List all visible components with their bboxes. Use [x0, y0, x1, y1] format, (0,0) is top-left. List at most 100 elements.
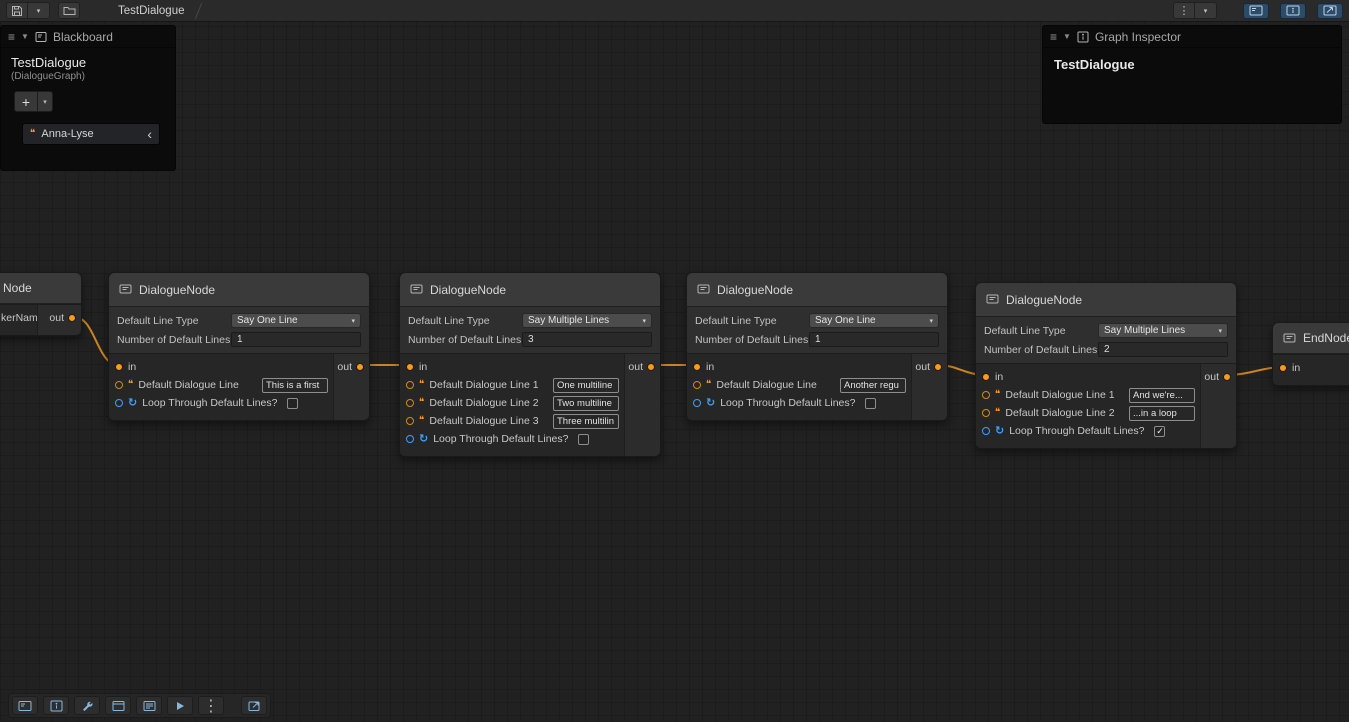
- line-port[interactable]: [115, 381, 123, 389]
- options-menu-button[interactable]: ⋮: [1173, 2, 1195, 19]
- speaker-name-port-label: kerName: [1, 312, 37, 324]
- loop-port[interactable]: [406, 435, 414, 443]
- line-type-dropdown[interactable]: Say Multiple Lines ▾: [1098, 323, 1228, 338]
- dialogue-node-icon: [697, 283, 710, 296]
- line-value-field[interactable]: And we're...: [1129, 388, 1195, 403]
- in-port-label: in: [706, 361, 714, 373]
- hamburger-icon[interactable]: ≡: [1050, 30, 1057, 44]
- out-port[interactable]: [1223, 373, 1231, 381]
- line-value: Another regu: [844, 380, 899, 391]
- line-value-field[interactable]: ...in a loop: [1129, 406, 1195, 421]
- line-label: Default Dialogue Line 3: [429, 415, 538, 427]
- in-port[interactable]: [982, 373, 990, 381]
- line-port[interactable]: [693, 381, 701, 389]
- show-in-project-button[interactable]: [58, 2, 80, 19]
- bottom-popout-button[interactable]: [241, 696, 267, 715]
- line-value: And we're...: [1133, 390, 1183, 401]
- bottom-settings-button[interactable]: [74, 696, 100, 715]
- loop-checkbox[interactable]: [578, 434, 589, 445]
- line-value-field[interactable]: Another regu: [840, 378, 906, 393]
- dialogue-node-4[interactable]: DialogueNode Default Line Type Say Multi…: [975, 282, 1237, 449]
- graph-inspector-panel[interactable]: ≡ ▼ Graph Inspector TestDialogue: [1042, 25, 1342, 124]
- options-dropdown-button[interactable]: ▾: [1195, 2, 1217, 19]
- loop-port[interactable]: [982, 427, 990, 435]
- line-value-field[interactable]: This is a first: [262, 378, 328, 393]
- loop-label: Loop Through Default Lines?: [433, 433, 568, 445]
- dialogue-node-2[interactable]: DialogueNode Default Line Type Say Multi…: [399, 272, 661, 457]
- blackboard-panel[interactable]: ≡ ▼ Blackboard TestDialogue (DialogueGra…: [0, 25, 176, 171]
- bottom-blackboard-button[interactable]: [12, 696, 38, 715]
- graph-inspector-header[interactable]: ≡ ▼ Graph Inspector: [1043, 26, 1341, 48]
- line-port[interactable]: [982, 391, 990, 399]
- start-node[interactable]: Node kerName out: [0, 272, 82, 336]
- out-port[interactable]: [68, 314, 76, 322]
- line-port[interactable]: [406, 381, 414, 389]
- out-port[interactable]: [934, 363, 942, 371]
- field-name: Anna-Lyse: [41, 128, 141, 140]
- in-port[interactable]: [693, 363, 701, 371]
- num-lines-field[interactable]: 2: [1098, 342, 1228, 357]
- line-value-field[interactable]: One multiline: [553, 378, 619, 393]
- loop-checkbox[interactable]: [865, 398, 876, 409]
- bottom-board-button[interactable]: [136, 696, 162, 715]
- node-title-label: DialogueNode: [717, 283, 793, 297]
- add-property-button[interactable]: +: [14, 91, 38, 112]
- toggle-inspector-button[interactable]: [1280, 3, 1306, 19]
- node-title: DialogueNode: [109, 273, 369, 307]
- preview-toggle-icon: [1323, 5, 1337, 16]
- quote-icon: ❝: [419, 416, 424, 426]
- line-port[interactable]: [406, 417, 414, 425]
- out-port[interactable]: [647, 363, 655, 371]
- bottom-inspector-button[interactable]: [43, 696, 69, 715]
- toggle-blackboard-button[interactable]: [1243, 3, 1269, 19]
- num-lines-field[interactable]: 1: [231, 332, 361, 347]
- blackboard-graph-type: (DialogueGraph): [1, 70, 175, 82]
- out-port[interactable]: [356, 363, 364, 371]
- blackboard-field-anna-lyse[interactable]: ❝ Anna-Lyse ‹: [22, 123, 160, 145]
- node-title-label: DialogueNode: [139, 283, 215, 297]
- window-icon: [112, 700, 125, 712]
- bottom-window-button[interactable]: [105, 696, 131, 715]
- add-property-dropdown[interactable]: ▾: [38, 91, 53, 112]
- out-port-label: out: [915, 361, 930, 373]
- in-port[interactable]: [115, 363, 123, 371]
- graph-inspector-header-label: Graph Inspector: [1095, 30, 1181, 44]
- dialogue-node-1[interactable]: DialogueNode Default Line Type Say One L…: [108, 272, 370, 421]
- bottom-toolbar: ⋮: [8, 693, 271, 718]
- end-node[interactable]: EndNode in: [1272, 322, 1349, 386]
- collapse-icon[interactable]: ▼: [1063, 32, 1071, 41]
- loop-checkbox[interactable]: ✓: [1154, 426, 1165, 437]
- in-port[interactable]: [1279, 364, 1287, 372]
- line-value-field[interactable]: Three multilin: [553, 414, 619, 429]
- in-port[interactable]: [406, 363, 414, 371]
- end-node-icon: [1283, 332, 1296, 345]
- blackboard-icon: [18, 700, 32, 712]
- kebab-menu-icon: ⋮: [1179, 4, 1190, 17]
- bottom-more-button[interactable]: ⋮: [198, 696, 224, 715]
- bottom-play-button[interactable]: [167, 696, 193, 715]
- blackboard-header[interactable]: ≡ ▼ Blackboard: [1, 26, 175, 48]
- collapse-icon[interactable]: ▼: [21, 32, 29, 41]
- loop-port[interactable]: [115, 399, 123, 407]
- breadcrumb-graph-name[interactable]: TestDialogue: [118, 5, 184, 17]
- breadcrumb[interactable]: TestDialogue: [118, 3, 199, 19]
- line-type-dropdown[interactable]: Say Multiple Lines ▾: [522, 313, 652, 328]
- chevron-left-icon[interactable]: ‹: [147, 127, 152, 141]
- num-lines-label: Number of Default Lines: [117, 334, 231, 346]
- line-type-dropdown[interactable]: Say One Line ▾: [809, 313, 939, 328]
- hamburger-icon[interactable]: ≡: [8, 30, 15, 44]
- loop-port[interactable]: [693, 399, 701, 407]
- loop-checkbox[interactable]: [287, 398, 298, 409]
- line-value: Two multiline: [557, 398, 612, 409]
- line-value-field[interactable]: Two multiline: [553, 396, 619, 411]
- num-lines-field[interactable]: 1: [809, 332, 939, 347]
- dialogue-node-3[interactable]: DialogueNode Default Line Type Say One L…: [686, 272, 948, 421]
- line-port[interactable]: [406, 399, 414, 407]
- line-type-dropdown[interactable]: Say One Line ▾: [231, 313, 361, 328]
- line-port[interactable]: [982, 409, 990, 417]
- line-type-value: Say Multiple Lines: [528, 315, 609, 326]
- num-lines-field[interactable]: 3: [522, 332, 652, 347]
- save-asset-button[interactable]: [6, 2, 28, 19]
- toggle-preview-button[interactable]: [1317, 3, 1343, 19]
- save-dropdown-button[interactable]: ▾: [28, 2, 50, 19]
